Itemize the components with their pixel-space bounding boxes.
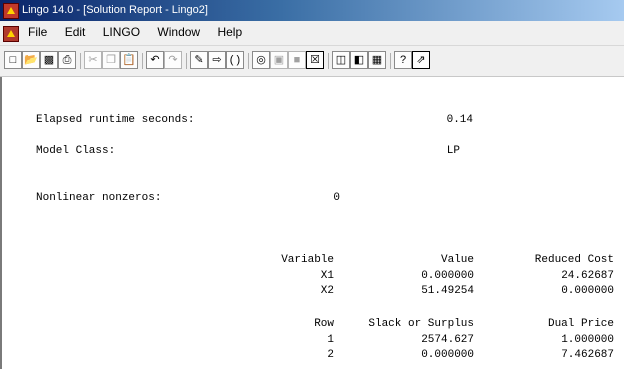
toolbar: □ 📂 ▩ ⎙ ✂ ❐ 📋 ↶ ↷ ✎ ⇨ ( ) ◎ ▣ ■ ☒ ◫ ◧ ▦ … [0, 46, 624, 77]
close-all-icon[interactable]: ☒ [306, 51, 324, 69]
report-left-border [0, 77, 2, 369]
row-dual-price: 7.462687 [561, 349, 614, 361]
cascade-icon[interactable]: ▦ [368, 51, 386, 69]
model-class-label: Model Class: [36, 145, 116, 157]
row-slack-or-surplus: 2574.627 [421, 334, 474, 346]
print-icon[interactable]: ⎙ [58, 51, 76, 69]
open-folder-icon[interactable]: 📂 [22, 51, 40, 69]
variable-value: 51.49254 [421, 285, 474, 297]
menu-file[interactable]: File [28, 25, 47, 39]
goto-line-icon[interactable]: ⇨ [208, 51, 226, 69]
toolbar-separator [390, 53, 391, 69]
document-window-icon[interactable] [3, 26, 19, 42]
toolbar-separator [328, 53, 329, 69]
toolbar-separator [142, 53, 143, 69]
cut-icon[interactable]: ✂ [84, 51, 102, 69]
value-header: Value [440, 254, 474, 266]
solve-icon[interactable]: ◎ [252, 51, 270, 69]
match-parenthesis-icon[interactable]: ( ) [226, 51, 244, 69]
reduced-cost-header: Reduced Cost [534, 254, 614, 266]
toolbar-separator [248, 53, 249, 69]
variable-reduced-cost: 24.62687 [561, 270, 614, 282]
save-icon[interactable]: ▩ [40, 51, 58, 69]
elapsed-runtime-value: 0.14 [446, 114, 473, 126]
context-help-icon[interactable]: ⇗ [412, 51, 430, 69]
window-title: Lingo 14.0 - [Solution Report - Lingo2] [22, 4, 208, 16]
find-icon[interactable]: ✎ [190, 51, 208, 69]
undo-icon[interactable]: ↶ [146, 51, 164, 69]
redo-icon[interactable]: ↷ [164, 51, 182, 69]
row-header: Row [314, 318, 334, 330]
variable-name: X1 [320, 270, 334, 282]
model-class-value: LP [446, 145, 460, 157]
variable-value: 0.000000 [421, 270, 474, 282]
tile-icon[interactable]: ◧ [350, 51, 368, 69]
elapsed-runtime-label: Elapsed runtime seconds: [36, 114, 195, 126]
solution-icon[interactable]: ▣ [270, 51, 288, 69]
toolbar-separator [186, 53, 187, 69]
menu-bar: File Edit LINGO Window Help [0, 21, 624, 46]
row-number: 1 [327, 334, 334, 346]
help-icon[interactable]: ? [394, 51, 412, 69]
title-bar: Lingo 14.0 - [Solution Report - Lingo2] [0, 0, 624, 21]
variable-reduced-cost: 0.000000 [561, 285, 614, 297]
nonlinear-nonzeros-label: Nonlinear nonzeros: [36, 192, 162, 204]
variable-name: X2 [320, 285, 334, 297]
slack-or-surplus-header: Slack or Surplus [368, 318, 474, 330]
new-file-icon[interactable]: □ [4, 51, 22, 69]
dual-price-header: Dual Price [547, 318, 614, 330]
nonlinear-nonzeros-value: 0 [333, 192, 340, 204]
matrix-picture-icon[interactable]: ■ [288, 51, 306, 69]
menu-window[interactable]: Window [157, 25, 200, 39]
row-number: 2 [327, 349, 334, 361]
row-dual-price: 1.000000 [561, 334, 614, 346]
variable-header: Variable [281, 254, 334, 266]
send-to-back-icon[interactable]: ◫ [332, 51, 350, 69]
menu-help[interactable]: Help [217, 25, 242, 39]
paste-icon[interactable]: 📋 [120, 51, 138, 69]
menu-edit[interactable]: Edit [65, 25, 86, 39]
lingo-app-icon[interactable] [3, 3, 19, 19]
row-slack-or-surplus: 0.000000 [421, 349, 474, 361]
solution-report: Elapsed runtime seconds: 0.14 Model Clas… [0, 77, 624, 369]
copy-icon[interactable]: ❐ [102, 51, 120, 69]
toolbar-separator [80, 53, 81, 69]
menu-lingo[interactable]: LINGO [103, 25, 140, 39]
